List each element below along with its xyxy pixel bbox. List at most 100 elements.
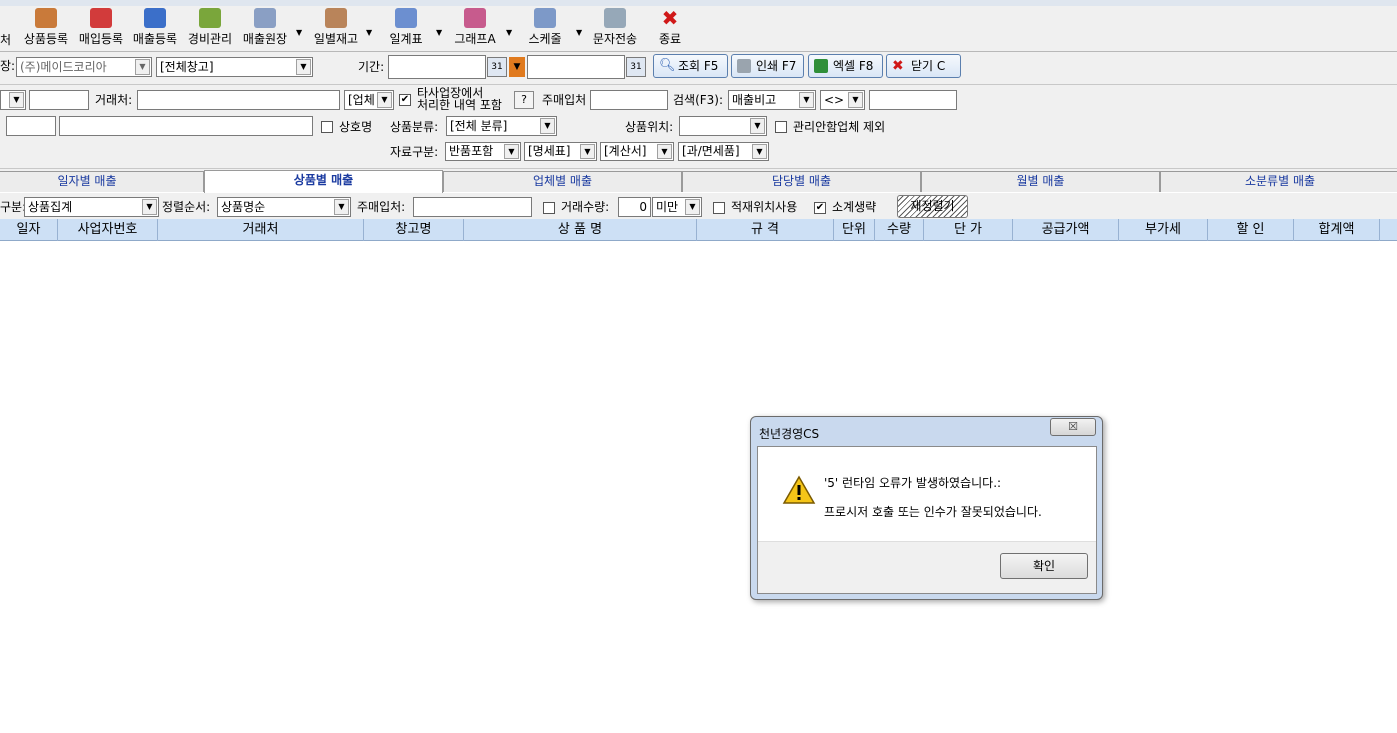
toolbar-item-truncated[interactable]: 처 — [0, 31, 11, 48]
toolbar-schedule-button[interactable]: 스케줄 — [522, 8, 568, 47]
column-header[interactable]: 규 격 — [697, 219, 834, 241]
tab-daily-sales[interactable]: 일자별 매출 — [0, 171, 204, 192]
data-type-select-1[interactable]: 반품포함 ▼ — [445, 142, 521, 161]
search-type-select[interactable]: 매출비고 ▼ — [728, 90, 816, 110]
dropdown-arrow-icon[interactable]: ▼ — [576, 28, 582, 37]
code-field-2[interactable] — [6, 116, 56, 136]
dropdown-arrow-icon[interactable]: ▼ — [540, 118, 555, 134]
data-type-select-2[interactable]: [명세표] ▼ — [524, 142, 597, 161]
main-buyer-field-2[interactable] — [413, 197, 532, 217]
period-end-field[interactable] — [527, 55, 625, 79]
toolbar-purchase-register-button[interactable]: 매입등록 — [75, 8, 127, 47]
column-header[interactable]: 일자 — [0, 219, 58, 241]
bar-graph-icon — [464, 8, 486, 28]
category-select[interactable]: [전체 분류] ▼ — [446, 116, 557, 136]
print-button[interactable]: 인쇄 F7 — [731, 54, 804, 78]
column-header[interactable]: 창고명 — [364, 219, 464, 241]
dropdown-arrow-icon[interactable]: ▼ — [750, 118, 765, 134]
dropdown-arrow-icon[interactable]: ▼ — [135, 59, 150, 75]
data-type-select-3[interactable]: [계산서] ▼ — [600, 142, 674, 161]
column-header[interactable]: 부가세 — [1119, 219, 1208, 241]
name-field[interactable] — [59, 116, 313, 136]
tab-product-sales[interactable]: 상품별 매출 — [204, 170, 443, 193]
search-text-field[interactable] — [869, 90, 957, 110]
dropdown-arrow-icon[interactable]: ▼ — [377, 92, 392, 108]
location-use-checkbox[interactable] — [713, 202, 725, 214]
subtotal-checkbox[interactable]: ✔ — [814, 202, 826, 214]
toolbar-exit-button[interactable]: ✖ 종료 — [652, 8, 688, 47]
dropdown-arrow-icon[interactable]: ▼ — [334, 199, 349, 215]
location-select[interactable]: ▼ — [679, 116, 767, 136]
column-header[interactable]: 합계액 — [1294, 219, 1380, 241]
column-header[interactable]: 단 가 — [924, 219, 1013, 241]
tab-subcategory-sales[interactable]: 소분류별 매출 — [1160, 171, 1397, 192]
toolbar-graph-button[interactable]: 그래프A — [450, 8, 500, 47]
search-op-select[interactable]: <> ▼ — [820, 90, 865, 110]
dropdown-arrow-icon[interactable]: ▼ — [9, 92, 24, 108]
search-button[interactable]: 🔍︎ 조회 F5 — [653, 54, 728, 78]
column-header[interactable]: 상 품 명 — [464, 219, 697, 241]
toolbar-daily-sheet-button[interactable]: 일계표 — [382, 8, 430, 47]
column-header[interactable]: 사업자번호 — [58, 219, 158, 241]
dropdown-arrow-icon[interactable]: ▼ — [848, 92, 863, 108]
help-button[interactable]: ? — [514, 91, 534, 109]
range-toggle-icon[interactable]: ▼ — [509, 57, 525, 77]
warehouse-select[interactable]: [전체창고] ▼ — [156, 57, 313, 77]
toolbar-daily-stock-button[interactable]: 일별재고 — [310, 8, 362, 47]
data-type-select-4[interactable]: [과/면세품] ▼ — [678, 142, 769, 161]
rearrange-button[interactable]: 재정렬기 — [897, 195, 968, 218]
period-start-field[interactable] — [388, 55, 486, 79]
dropdown-arrow-icon[interactable]: ▼ — [799, 92, 814, 108]
column-header[interactable]: 할 인 — [1208, 219, 1294, 241]
dropdown-arrow-icon[interactable]: ▼ — [657, 144, 672, 159]
close-button[interactable]: ✖ 닫기 C — [886, 54, 961, 78]
dropdown-arrow-icon[interactable]: ▼ — [580, 144, 595, 159]
tab-vendor-sales[interactable]: 업체별 매출 — [443, 171, 682, 192]
dropdown-arrow-icon[interactable]: ▼ — [142, 199, 157, 215]
calendar-icon[interactable]: 31 — [487, 57, 507, 77]
excel-button[interactable]: 엑셀 F8 — [808, 54, 883, 78]
qty-checkbox[interactable] — [543, 202, 555, 214]
ok-button[interactable]: 확인 — [1000, 553, 1088, 579]
dropdown-arrow-icon[interactable]: ▼ — [366, 28, 372, 37]
code-field[interactable] — [29, 90, 89, 110]
toolbar-product-register-button[interactable]: 상품등록 — [20, 8, 72, 47]
qty-op-select[interactable]: 미만 ▼ — [652, 197, 702, 217]
dropdown-arrow-icon[interactable]: ▼ — [296, 59, 311, 75]
dropdown-arrow-icon[interactable]: ▼ — [436, 28, 442, 37]
sort-select[interactable]: 상품명순 ▼ — [217, 197, 351, 217]
customer-field[interactable] — [137, 90, 340, 110]
store-select[interactable]: (주)메이드코리아 ▼ — [16, 57, 152, 77]
trade-name-checkbox[interactable] — [321, 121, 333, 133]
toolbar-expense-button[interactable]: 경비관리 — [184, 8, 236, 47]
dropdown-arrow-icon[interactable]: ▼ — [506, 28, 512, 37]
main-buyer-label: 주매입처 — [542, 93, 587, 107]
dropdown-arrow-icon[interactable]: ▼ — [752, 144, 767, 159]
grid-body[interactable] — [0, 242, 1397, 733]
dropdown-arrow-icon[interactable]: ▼ — [504, 144, 519, 159]
tab-staff-sales[interactable]: 담당별 매출 — [682, 171, 921, 192]
calendar-icon[interactable]: 31 — [626, 57, 646, 77]
other-store-checkbox[interactable]: ✔ — [399, 94, 411, 106]
dropdown-arrow-icon[interactable]: ▼ — [685, 199, 700, 215]
prefix-select[interactable]: ▼ — [0, 90, 26, 110]
column-header[interactable]: 거래처 — [158, 219, 364, 241]
toolbar-sales-ledger-button[interactable]: 매출원장 — [239, 8, 291, 47]
column-header[interactable]: 단위 — [834, 219, 875, 241]
tab-monthly-sales[interactable]: 월별 매출 — [921, 171, 1160, 192]
dropdown-arrow-icon[interactable]: ▼ — [296, 28, 302, 37]
toolbar-sms-button[interactable]: 문자전송 — [588, 8, 642, 47]
group-select[interactable]: 상품집계 ▼ — [24, 197, 159, 217]
customer-type-select[interactable]: [업체 ▼ — [344, 90, 394, 110]
warehouse-value: [전체창고] — [160, 60, 214, 74]
main-buyer-field[interactable] — [590, 90, 668, 110]
report-tabs: 일자별 매출 상품별 매출 업체별 매출 담당별 매출 월별 매출 소분류별 매… — [0, 170, 1397, 193]
calendar-stock-icon — [325, 8, 347, 28]
main-toolbar: 처 상품등록 매입등록 매출등록 경비관리 매출원장 ▼ 일별재고 ▼ 일계표 … — [0, 0, 1397, 52]
toolbar-sales-register-button[interactable]: 매출등록 — [129, 8, 181, 47]
exclude-checkbox[interactable] — [775, 121, 787, 133]
dialog-close-button[interactable]: ☒ — [1050, 418, 1096, 436]
qty-input[interactable]: 0 — [618, 197, 651, 217]
column-header[interactable]: 공급가액 — [1013, 219, 1119, 241]
column-header[interactable]: 수량 — [875, 219, 924, 241]
